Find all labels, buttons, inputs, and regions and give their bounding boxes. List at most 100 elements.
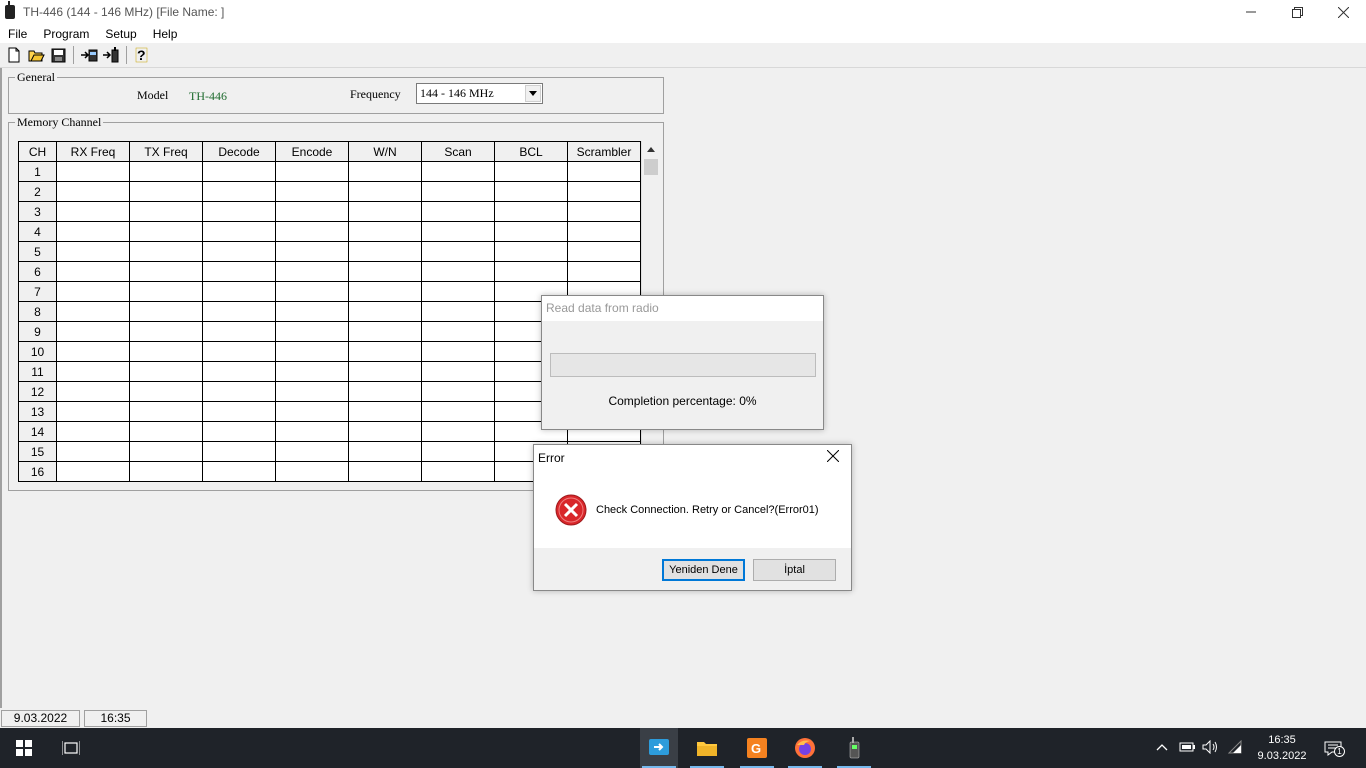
taskbar-app-remote[interactable] <box>640 728 678 768</box>
channel-cell[interactable] <box>348 281 422 302</box>
channel-cell[interactable] <box>421 241 495 262</box>
channel-cell[interactable] <box>348 221 422 242</box>
column-header[interactable]: BCL <box>494 141 568 162</box>
channel-cell[interactable] <box>348 341 422 362</box>
channel-cell[interactable] <box>129 221 203 242</box>
channel-cell[interactable] <box>275 341 349 362</box>
taskbar-app-pdf[interactable]: G <box>738 728 776 768</box>
channel-cell[interactable] <box>56 301 130 322</box>
channel-cell[interactable] <box>421 401 495 422</box>
channel-cell[interactable] <box>56 381 130 402</box>
channel-cell[interactable] <box>348 461 422 482</box>
open-file-button[interactable] <box>25 44 47 66</box>
column-header[interactable]: TX Freq <box>129 141 203 162</box>
channel-cell[interactable] <box>129 301 203 322</box>
scroll-thumb[interactable] <box>644 159 658 175</box>
channel-cell[interactable] <box>56 261 130 282</box>
column-header[interactable]: Scan <box>421 141 495 162</box>
read-from-radio-button[interactable] <box>78 44 100 66</box>
channel-cell[interactable] <box>56 201 130 222</box>
channel-cell[interactable] <box>275 441 349 462</box>
channel-cell[interactable] <box>421 161 495 182</box>
channel-cell[interactable] <box>275 401 349 422</box>
column-header[interactable]: Encode <box>275 141 349 162</box>
channel-cell[interactable] <box>202 181 276 202</box>
channel-cell[interactable] <box>348 181 422 202</box>
channel-cell[interactable] <box>202 261 276 282</box>
channel-cell[interactable] <box>202 381 276 402</box>
channel-cell[interactable] <box>129 161 203 182</box>
channel-cell[interactable] <box>129 381 203 402</box>
channel-cell[interactable] <box>56 161 130 182</box>
tray-battery-button[interactable] <box>1178 740 1196 757</box>
close-window-button[interactable] <box>1320 0 1366 24</box>
channel-cell[interactable] <box>494 221 568 242</box>
channel-cell[interactable] <box>202 201 276 222</box>
channel-cell[interactable] <box>348 161 422 182</box>
help-button[interactable]: ? <box>131 44 153 66</box>
dropdown-arrow-button[interactable] <box>525 85 541 102</box>
channel-cell[interactable] <box>494 201 568 222</box>
cancel-button[interactable]: İptal <box>753 559 836 581</box>
channel-cell[interactable] <box>421 421 495 442</box>
channel-cell[interactable] <box>202 341 276 362</box>
channel-cell[interactable] <box>348 241 422 262</box>
channel-cell[interactable] <box>275 421 349 442</box>
channel-cell[interactable] <box>56 181 130 202</box>
taskbar-app-firefox[interactable] <box>786 728 824 768</box>
channel-cell[interactable] <box>421 201 495 222</box>
channel-cell[interactable] <box>348 361 422 382</box>
menu-help[interactable]: Help <box>145 27 186 41</box>
tray-network-button[interactable] <box>1227 739 1244 757</box>
channel-cell[interactable] <box>348 321 422 342</box>
channel-cell[interactable] <box>56 441 130 462</box>
channel-cell[interactable] <box>275 461 349 482</box>
channel-cell[interactable] <box>56 321 130 342</box>
channel-cell[interactable] <box>56 341 130 362</box>
channel-cell[interactable] <box>348 301 422 322</box>
channel-cell[interactable] <box>202 441 276 462</box>
channel-cell[interactable] <box>129 321 203 342</box>
channel-cell[interactable] <box>129 181 203 202</box>
tray-clock[interactable]: 16:35 9.03.2022 <box>1252 732 1312 764</box>
channel-cell[interactable] <box>275 201 349 222</box>
channel-cell[interactable] <box>56 401 130 422</box>
channel-cell[interactable] <box>421 381 495 402</box>
channel-cell[interactable] <box>567 161 641 182</box>
channel-cell[interactable] <box>202 421 276 442</box>
channel-cell[interactable] <box>202 401 276 422</box>
tray-volume-button[interactable] <box>1202 739 1220 757</box>
channel-cell[interactable] <box>56 461 130 482</box>
channel-cell[interactable] <box>421 321 495 342</box>
channel-cell[interactable] <box>202 241 276 262</box>
channel-cell[interactable] <box>421 261 495 282</box>
taskbar-app-radio-programmer[interactable] <box>835 728 873 768</box>
channel-cell[interactable] <box>275 221 349 242</box>
column-header[interactable]: W/N <box>348 141 422 162</box>
column-header[interactable]: CH <box>18 141 57 162</box>
channel-cell[interactable] <box>421 301 495 322</box>
channel-cell[interactable] <box>494 261 568 282</box>
channel-cell[interactable] <box>494 241 568 262</box>
channel-cell[interactable] <box>421 441 495 462</box>
channel-cell[interactable] <box>129 421 203 442</box>
channel-cell[interactable] <box>129 441 203 462</box>
channel-cell[interactable] <box>348 401 422 422</box>
minimize-button[interactable] <box>1228 0 1274 24</box>
channel-cell[interactable] <box>421 361 495 382</box>
channel-cell[interactable] <box>202 361 276 382</box>
channel-cell[interactable] <box>202 281 276 302</box>
channel-cell[interactable] <box>348 441 422 462</box>
channel-cell[interactable] <box>129 201 203 222</box>
channel-cell[interactable] <box>129 281 203 302</box>
error-dialog-close-button[interactable] <box>826 449 843 466</box>
channel-cell[interactable] <box>129 461 203 482</box>
channel-cell[interactable] <box>275 381 349 402</box>
channel-cell[interactable] <box>275 301 349 322</box>
channel-cell[interactable] <box>129 241 203 262</box>
channel-cell[interactable] <box>421 461 495 482</box>
channel-cell[interactable] <box>129 361 203 382</box>
retry-button[interactable]: Yeniden Dene <box>662 559 745 581</box>
channel-cell[interactable] <box>129 341 203 362</box>
channel-cell[interactable] <box>567 181 641 202</box>
